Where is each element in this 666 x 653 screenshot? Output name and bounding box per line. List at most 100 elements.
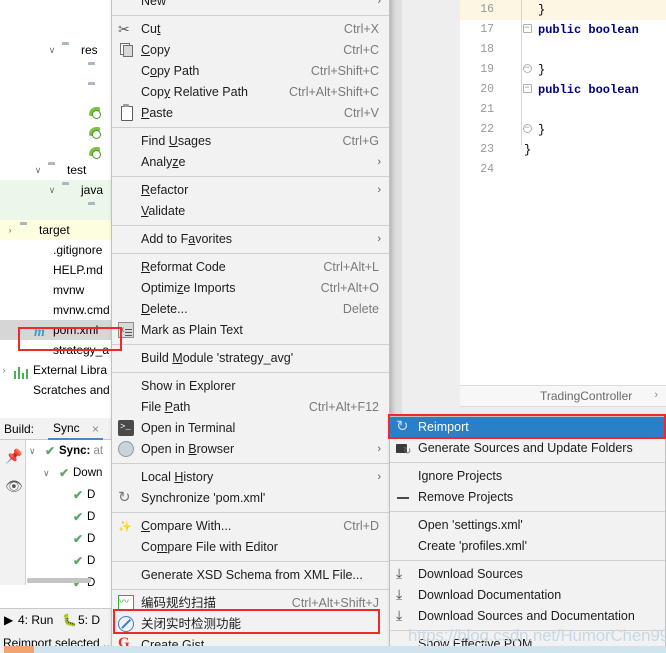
success-check-icon: ✔ (73, 532, 84, 546)
terminal-icon (118, 417, 134, 438)
tab-sync[interactable]: Sync (53, 421, 80, 435)
menu-item-add-to-favorites[interactable]: Add to Favorites › (112, 229, 389, 250)
chevron-right-icon: › (377, 184, 381, 196)
chevron-right-icon[interactable]: › (0, 360, 10, 380)
menu-item-compare-file-with-editor[interactable]: Compare File with Editor (112, 537, 389, 558)
menu-item-shortcut: Ctrl+Alt+O (320, 281, 379, 295)
run-icon[interactable]: ▶ (4, 613, 13, 627)
success-check-icon: ✔ (73, 488, 84, 502)
chevron-down-icon[interactable]: ∨ (43, 462, 50, 484)
chevron-down-icon[interactable]: ∨ (32, 160, 44, 180)
tree-row-label: java (81, 183, 104, 197)
download-icon (396, 584, 411, 605)
tree-row-label: .gitignore (53, 243, 103, 257)
libraries-icon (14, 362, 30, 379)
fold-toggle-icon[interactable]: − (520, 80, 534, 100)
submenu-item-reimport[interactable]: Reimport (390, 416, 665, 438)
menu-item-mark-as-plain-text[interactable]: Mark as Plain Text (112, 319, 389, 341)
submenu-item-label: Reimport (418, 420, 469, 434)
menu-item-paste[interactable]: Paste Ctrl+V (112, 103, 389, 124)
tab-run-label[interactable]: 4: Run (18, 613, 53, 627)
menu-item-show-in-explorer[interactable]: Show in Explorer (112, 376, 389, 397)
menu-item-validate[interactable]: Validate (112, 201, 389, 222)
code-editor[interactable]: 16} 17− public boolean 18 19−} 20− public bool… (460, 0, 666, 385)
menu-separator (112, 512, 389, 513)
menu-item-shortcut: Ctrl+Alt+Shift+C (289, 85, 379, 99)
debug-icon[interactable]: 🐛 (62, 613, 77, 627)
menu-item-cut[interactable]: Cut Ctrl+X (112, 19, 389, 40)
menu-separator (112, 463, 389, 464)
maven-submenu[interactable]: Reimport Generate Sources and Update Fold… (389, 416, 666, 653)
build-row-label: D (87, 511, 96, 523)
fold-toggle-icon[interactable]: − (520, 20, 534, 40)
menu-item-generate-xsd-schema-from-xml-file[interactable]: Generate XSD Schema from XML File... (112, 565, 389, 586)
menu-item-synchronize-pom-xml[interactable]: Synchronize 'pom.xml' (112, 487, 389, 509)
menu-item-refactor[interactable]: Refactor › (112, 180, 389, 201)
menu-item-optimize-imports[interactable]: Optimize Imports Ctrl+Alt+O (112, 278, 389, 299)
menu-item-label: Mark as Plain Text (141, 323, 243, 337)
menu-item-file-path[interactable]: File Path Ctrl+Alt+F12 (112, 397, 389, 418)
script-icon (34, 282, 50, 298)
menu-separator (112, 372, 389, 373)
menu-item-shortcut: Delete (342, 302, 379, 316)
editor-code-text: } (538, 3, 546, 17)
submenu-item-download-sources-and-documentation[interactable]: Download Sources and Documentation (390, 605, 665, 627)
build-toolbar[interactable]: 📌 👁 (0, 440, 26, 585)
pin-icon[interactable]: 📌 (5, 448, 22, 464)
menu-item-label: File Path (141, 400, 191, 414)
context-menu[interactable]: New › Cut Ctrl+X Copy Ctrl+C Copy Path Ctrl+Shi… (111, 0, 390, 653)
submenu-item-download-documentation[interactable]: Download Documentation (390, 584, 665, 606)
close-icon[interactable]: × (92, 422, 99, 436)
tree-row-label: mvnw (53, 283, 85, 297)
editor-line-number: 21 (480, 103, 494, 116)
build-horizontal-scrollbar[interactable] (27, 578, 91, 583)
menu-item-label: Validate (141, 204, 186, 218)
menu-item-shortcut: Ctrl+X (343, 22, 379, 36)
fold-toggle-icon[interactable]: − (520, 120, 534, 140)
menu-item-[interactable]: 编码规约扫描 Ctrl+Alt+Shift+J (112, 592, 389, 614)
menu-item-analyze[interactable]: Analyze › (112, 152, 389, 173)
menu-item-[interactable]: 关闭实时检测功能 (112, 614, 389, 635)
chevron-down-icon[interactable]: ∨ (29, 440, 36, 462)
folder-resources-icon (62, 42, 78, 58)
fold-toggle-icon[interactable]: − (520, 60, 534, 80)
editor-line: 24 (460, 160, 666, 180)
menu-item-local-history[interactable]: Local History › (112, 467, 389, 488)
menu-item-build-module-strategy-avg[interactable]: Build Module 'strategy_avg' (112, 348, 389, 369)
chevron-down-icon[interactable]: ∨ (46, 180, 58, 200)
menu-item-copy[interactable]: Copy Ctrl+C (112, 40, 389, 61)
menu-item-label: Local History (141, 470, 214, 484)
submenu-item-remove-projects[interactable]: Remove Projects (390, 487, 665, 508)
submenu-item-download-sources[interactable]: Download Sources (390, 563, 665, 585)
submenu-item-ignore-projects[interactable]: Ignore Projects (390, 466, 665, 487)
menu-item-open-in-browser[interactable]: Open in Browser › (112, 439, 389, 460)
menu-item-copy-relative-path[interactable]: Copy Relative Path Ctrl+Alt+Shift+C (112, 82, 389, 103)
eye-icon[interactable]: 👁 (5, 478, 23, 494)
leaf-icon (88, 102, 104, 118)
menu-item-label: Delete... (141, 302, 188, 316)
menu-item-copy-path[interactable]: Copy Path Ctrl+Shift+C (112, 61, 389, 82)
chevron-down-icon[interactable]: ∨ (46, 40, 58, 60)
menu-item-find-usages[interactable]: Find Usages Ctrl+G (112, 131, 389, 152)
maven-pom-icon: m (34, 325, 45, 340)
chevron-right-icon: › (377, 0, 381, 7)
download-icon (396, 563, 411, 584)
menu-item-shortcut: Ctrl+V (343, 106, 379, 120)
watermark-text: https://blog.csdn.net/HumorChen99 (408, 626, 666, 645)
breadcrumb[interactable]: TradingController › (460, 385, 666, 407)
tree-row-label: res (81, 43, 98, 57)
submenu-item-create-profiles-xml[interactable]: Create 'profiles.xml' (390, 536, 665, 557)
menu-item-compare-with[interactable]: Compare With... Ctrl+D (112, 516, 389, 538)
menu-item-reformat-code[interactable]: Reformat Code Ctrl+Alt+L (112, 257, 389, 278)
menu-item-delete[interactable]: Delete... Delete (112, 299, 389, 320)
submenu-item-generate-sources-and-update-folders[interactable]: Generate Sources and Update Folders (390, 438, 665, 462)
tab-debug-label[interactable]: 5: D (78, 613, 100, 627)
menu-item-open-in-terminal[interactable]: Open in Terminal (112, 417, 389, 439)
chevron-right-icon[interactable]: › (4, 220, 16, 240)
menu-item-new[interactable]: New › (112, 0, 389, 12)
submenu-item-label: Remove Projects (418, 490, 514, 504)
success-check-icon: ✔ (73, 554, 84, 568)
editor-code-text: } (524, 143, 532, 157)
submenu-item-open-settings-xml[interactable]: Open 'settings.xml' (390, 515, 665, 536)
bottom-progress-orange (4, 646, 34, 653)
